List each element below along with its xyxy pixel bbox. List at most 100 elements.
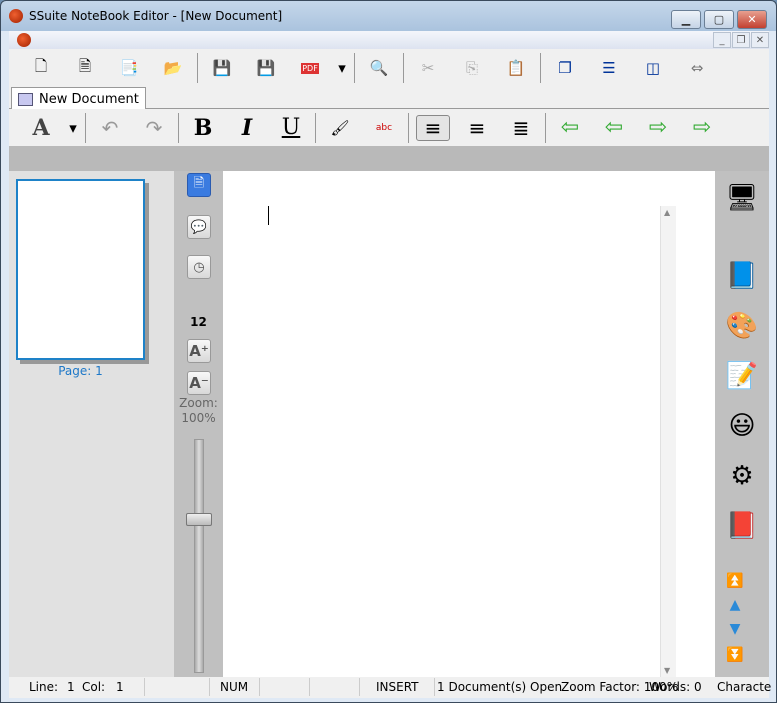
notepad-icon[interactable]: 📝 bbox=[725, 359, 759, 393]
italic-icon: I bbox=[241, 114, 253, 141]
font-dropdown-icon: ▾ bbox=[69, 118, 77, 137]
toolbar-separator bbox=[197, 53, 198, 83]
mdi-minimize-button[interactable]: _ bbox=[713, 32, 731, 48]
text-cursor bbox=[268, 206, 269, 225]
comments-icon[interactable]: 💬 bbox=[187, 215, 211, 239]
indent-icon: ⇨ bbox=[692, 115, 712, 140]
zoom-value: 100% bbox=[181, 411, 216, 425]
document-icon bbox=[18, 92, 33, 106]
align-center-button[interactable]: ≡ bbox=[455, 112, 499, 144]
paste-button[interactable]: 📋 bbox=[494, 52, 538, 84]
book-icon[interactable]: 📕 bbox=[725, 509, 759, 543]
settings-icon[interactable]: ⚙ bbox=[725, 459, 759, 493]
app-logo-icon bbox=[9, 9, 23, 23]
arrange-button[interactable]: ⇔ bbox=[675, 52, 719, 84]
export-pdf-icon: PDF bbox=[301, 62, 319, 74]
status-bar: Line: 1 Col: 1 NUM INSERT 1 Document(s) … bbox=[9, 677, 772, 698]
window-title: SSuite NoteBook Editor - [New Document] bbox=[29, 9, 283, 23]
align-left-icon: ≡ bbox=[415, 114, 451, 141]
redo-button[interactable]: ↷ bbox=[132, 112, 176, 144]
dictionary-icon[interactable]: 📘 bbox=[725, 259, 759, 293]
mdi-restore-button[interactable]: ❐ bbox=[732, 32, 750, 48]
copy-button[interactable]: ⎘ bbox=[450, 52, 494, 84]
scroll-top-icon[interactable]: ⏫ bbox=[725, 573, 745, 589]
copy-document-icon: 📑 bbox=[119, 59, 139, 77]
format-toolbar: A ▾ ↶ ↷ B I U 🖌 abc ≡ ≡ ≣ ⇦ ⇦ ⇨ ⇨ bbox=[9, 109, 769, 146]
undo-button[interactable]: ↶ bbox=[88, 112, 132, 144]
outdent-button[interactable]: ⇦ bbox=[548, 112, 592, 144]
increase-font-icon[interactable]: A⁺ bbox=[187, 339, 211, 363]
col-value: 1 bbox=[116, 680, 124, 694]
tile-vertical-icon: ◫ bbox=[645, 59, 661, 77]
mdi-close-button[interactable]: ✕ bbox=[751, 32, 769, 48]
app-window: SSuite NoteBook Editor - [New Document] … bbox=[0, 0, 777, 703]
font-dropdown-button[interactable]: ▾ bbox=[63, 112, 83, 144]
toolbar-separator bbox=[354, 53, 355, 83]
windows-icon[interactable]: 🖥 bbox=[725, 181, 759, 215]
decrease-indent-button[interactable]: ⇦ bbox=[592, 112, 636, 144]
new-document-icon: 🗋 bbox=[34, 56, 48, 75]
side-tools-panel: 🗎 💬 ◷ 12 A⁺ A⁻ Zoom: 100% bbox=[174, 171, 223, 677]
page-label[interactable]: Page: 1 bbox=[9, 364, 152, 378]
cascade-icon: ❐ bbox=[558, 59, 572, 77]
zoom-slider-track[interactable] bbox=[194, 439, 204, 673]
tile-vertical-button[interactable]: ◫ bbox=[631, 52, 675, 84]
minimize-button[interactable]: ▁ bbox=[671, 10, 701, 29]
character-count: Characte bbox=[717, 680, 772, 694]
spellcheck-button[interactable]: abc bbox=[362, 112, 406, 144]
decrease-indent-icon: ⇦ bbox=[604, 115, 624, 140]
thesaurus-icon[interactable]: 🎨 bbox=[725, 309, 759, 343]
export-pdf-button[interactable]: PDF bbox=[288, 52, 332, 84]
justify-button[interactable]: ≣ bbox=[499, 112, 543, 144]
tile-horizontal-button[interactable]: ☰ bbox=[587, 52, 631, 84]
cut-button[interactable]: ✂ bbox=[406, 52, 450, 84]
page-down-icon[interactable]: ▼ bbox=[725, 621, 745, 637]
align-left-button[interactable]: ≡ bbox=[411, 112, 455, 144]
save-button[interactable]: 💾 bbox=[200, 52, 244, 84]
smiley-icon[interactable]: 😃 bbox=[725, 409, 759, 443]
increase-indent-button[interactable]: ⇨ bbox=[636, 112, 680, 144]
indent-button[interactable]: ⇨ bbox=[680, 112, 724, 144]
pdf-dropdown-button[interactable]: ▾ bbox=[332, 52, 352, 84]
scroll-up-icon[interactable]: ▲ bbox=[664, 208, 670, 217]
cut-icon: ✂ bbox=[421, 59, 435, 77]
bold-button[interactable]: B bbox=[181, 112, 225, 144]
ruler-strip bbox=[9, 146, 769, 171]
cascade-button[interactable]: ❐ bbox=[543, 52, 587, 84]
scroll-bottom-icon[interactable]: ⏬ bbox=[725, 647, 745, 663]
tab-label: New Document bbox=[39, 91, 139, 107]
highlight-button[interactable]: 🖌 bbox=[318, 112, 362, 144]
page-thumbnail[interactable] bbox=[16, 179, 145, 360]
page-up-icon[interactable]: ▲ bbox=[725, 597, 745, 613]
scroll-down-icon[interactable]: ▼ bbox=[664, 666, 670, 675]
toolbar-separator bbox=[545, 112, 546, 143]
toolbar-separator bbox=[403, 53, 404, 83]
clock-icon[interactable]: ◷ bbox=[187, 255, 211, 279]
save-as-button[interactable]: 💾 bbox=[244, 52, 288, 84]
tab-new-document[interactable]: New Document bbox=[11, 87, 146, 110]
print-preview-button[interactable]: 🔍 bbox=[357, 52, 401, 84]
open-button[interactable]: 📂 bbox=[151, 52, 195, 84]
close-button[interactable]: ✕ bbox=[737, 10, 767, 29]
italic-button[interactable]: I bbox=[225, 112, 269, 144]
bold-icon: B bbox=[193, 114, 213, 141]
toolbar-separator bbox=[315, 112, 316, 143]
insert-mode-indicator: INSERT bbox=[376, 680, 419, 694]
documents-open: 1 Document(s) Open bbox=[437, 680, 563, 694]
document-view-icon[interactable]: 🗎 bbox=[187, 173, 211, 197]
outdent-icon: ⇦ bbox=[560, 115, 580, 140]
document-tabs: New Document bbox=[9, 87, 769, 110]
zoom-slider-handle[interactable] bbox=[186, 513, 212, 526]
font-button[interactable]: A bbox=[19, 112, 63, 144]
vertical-scrollbar[interactable]: ▲ ▼ bbox=[660, 206, 676, 677]
copy-document-button[interactable]: 📑 bbox=[107, 52, 151, 84]
new-document-button[interactable]: 🗋 bbox=[19, 52, 63, 84]
document-editor[interactable]: ▲ ▼ bbox=[223, 171, 715, 677]
decrease-font-icon[interactable]: A⁻ bbox=[187, 371, 211, 395]
maximize-button[interactable]: ▢ bbox=[704, 10, 734, 29]
new-from-template-button[interactable]: 🗎 bbox=[63, 52, 107, 84]
underline-button[interactable]: U bbox=[269, 112, 313, 144]
arrange-icon: ⇔ bbox=[690, 59, 704, 77]
increase-indent-icon: ⇨ bbox=[648, 115, 668, 140]
main-toolbar: 🗋 🗎 📑 📂 💾 💾 PDF ▾ 🔍 ✂ ⎘ 📋 ❐ ☰ ◫ ⇔ bbox=[9, 49, 769, 87]
